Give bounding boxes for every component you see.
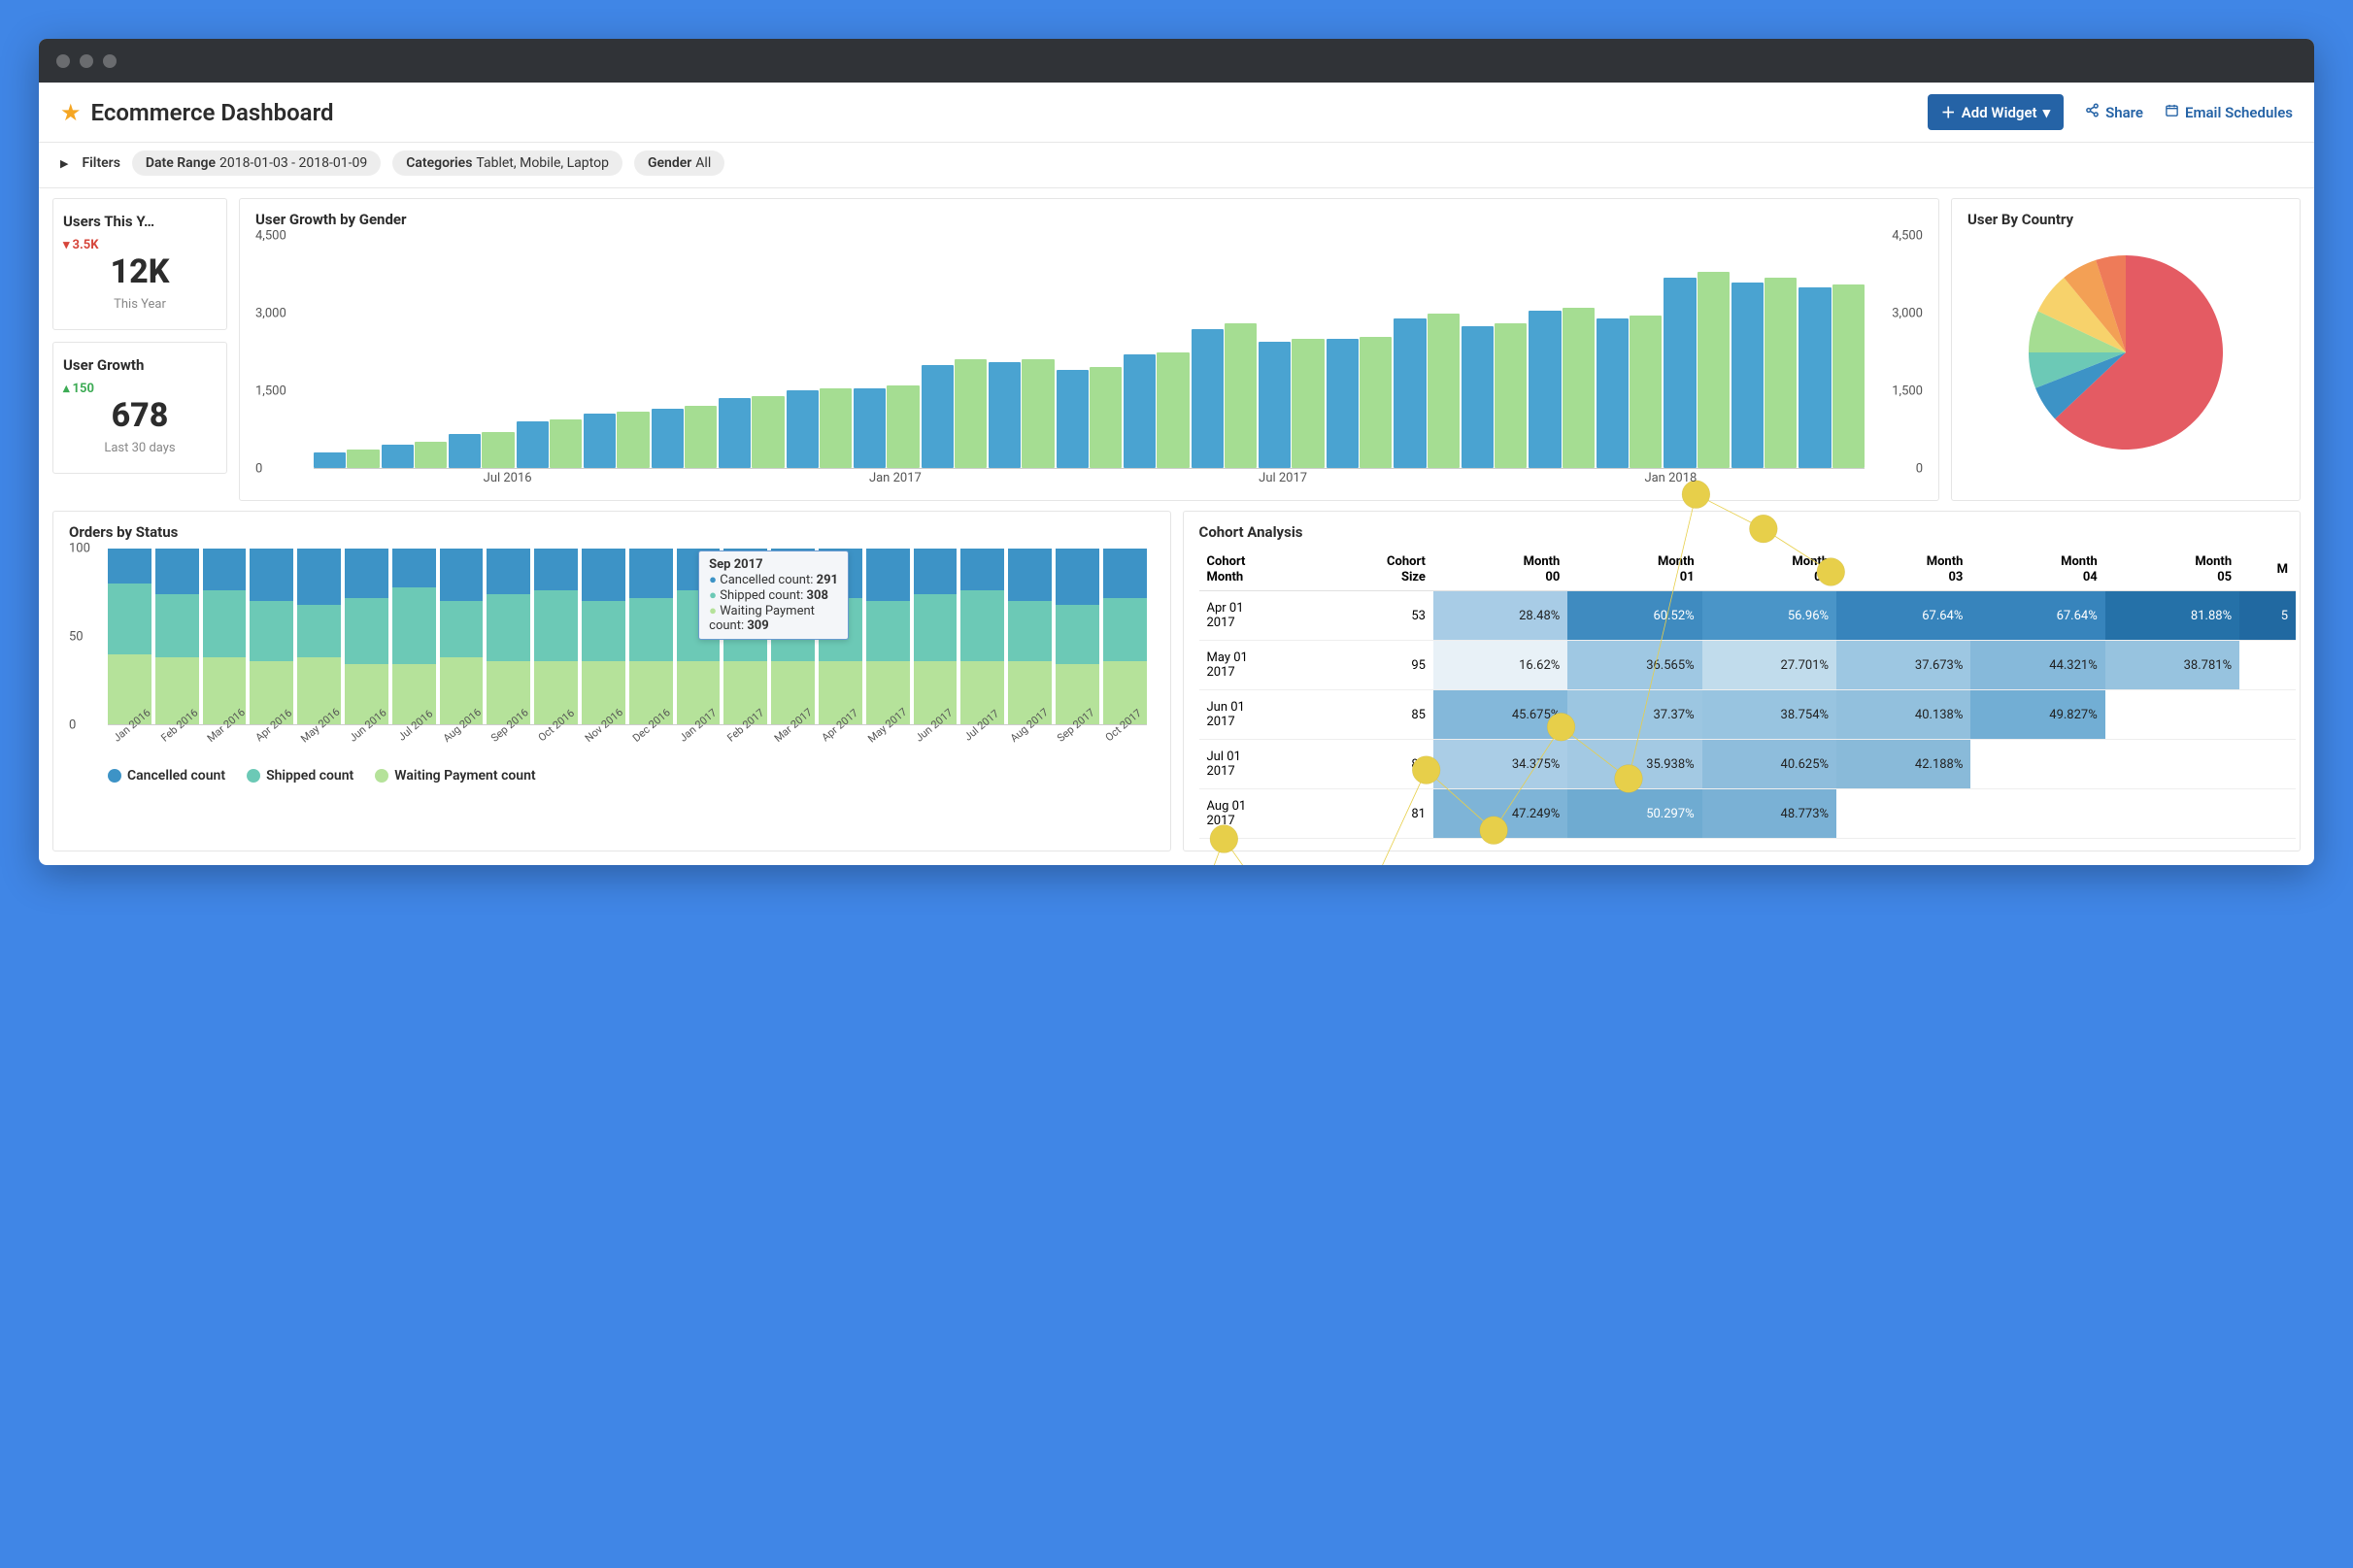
share-label: Share bbox=[2105, 104, 2143, 121]
window-dot bbox=[103, 54, 117, 68]
legend-swatch-icon bbox=[247, 769, 260, 783]
card-user-by-country: User By Country bbox=[1951, 198, 2301, 501]
cohort-table: CohortMonthCohortSizeMonth00Month01Month… bbox=[1199, 549, 2297, 839]
legend-label: Cancelled count bbox=[127, 768, 225, 784]
calendar-icon bbox=[2165, 103, 2179, 121]
filter-pill-gender[interactable]: GenderAll bbox=[634, 150, 724, 176]
share-button[interactable]: Share bbox=[2085, 103, 2143, 121]
arrow-down-icon: ▾ bbox=[63, 238, 70, 252]
window-dot bbox=[56, 54, 70, 68]
top-bar: ★ Ecommerce Dashboard ＋ Add Widget ▾ Sha… bbox=[39, 83, 2314, 143]
star-icon[interactable]: ★ bbox=[60, 99, 82, 126]
table-row: Apr 0120175328.48%60.52%56.96%67.64%67.6… bbox=[1199, 591, 2297, 641]
chart-title: Cohort Analysis bbox=[1199, 523, 2297, 541]
card-user-growth-gender: User Growth by Gender 01,5003,0004,500 0… bbox=[239, 198, 1939, 501]
orders-legend: Cancelled count Shipped count Waiting Pa… bbox=[69, 762, 1155, 784]
filters-label: Filters bbox=[82, 155, 119, 171]
add-widget-label: Add Widget bbox=[1962, 104, 2037, 121]
table-row: Aug 0120178147.249%50.297%48.773% bbox=[1199, 789, 2297, 839]
filter-pill-categories[interactable]: CategoriesTablet, Mobile, Laptop bbox=[392, 150, 622, 176]
share-icon bbox=[2085, 103, 2100, 121]
chevron-right-icon[interactable]: ▶ bbox=[60, 157, 68, 170]
chevron-down-icon: ▾ bbox=[2043, 104, 2051, 121]
page-title: Ecommerce Dashboard bbox=[91, 99, 334, 126]
kpi-sub: Last 30 days bbox=[63, 441, 217, 455]
kpi-user-growth: User Growth ▴150 678 Last 30 days bbox=[52, 342, 227, 474]
kpi-delta: ▴150 bbox=[63, 382, 217, 396]
add-widget-button[interactable]: ＋ Add Widget ▾ bbox=[1928, 94, 2064, 130]
kpi-title: User Growth bbox=[63, 356, 217, 374]
kpi-sub: This Year bbox=[63, 297, 217, 312]
table-row: Jul 0120178034.375%35.938%40.625%42.188% bbox=[1199, 740, 2297, 789]
pie-chart[interactable] bbox=[1967, 236, 2284, 473]
legend-label: Waiting Payment count bbox=[394, 768, 535, 784]
kpi-title: Users This Y… bbox=[63, 213, 217, 230]
table-row: Jun 0120178545.675%37.37%38.754%40.138%4… bbox=[1199, 690, 2297, 740]
arrow-up-icon: ▴ bbox=[63, 382, 70, 396]
legend-label: Shipped count bbox=[266, 768, 353, 784]
orders-chart[interactable]: 050100 Jan 2016Feb 2016Mar 2016Apr 2016M… bbox=[69, 549, 1155, 762]
email-schedules-button[interactable]: Email Schedules bbox=[2165, 103, 2293, 121]
card-orders-by-status: Orders by Status 050100 Jan 2016Feb 2016… bbox=[52, 511, 1171, 851]
filter-bar: ▶ Filters Date Range2018-01-03 - 2018-01… bbox=[39, 143, 2314, 188]
legend-swatch-icon bbox=[108, 769, 121, 783]
window-title-bar bbox=[39, 39, 2314, 83]
kpi-delta: ▾3.5K bbox=[63, 238, 217, 252]
table-row: May 0120179516.62%36.565%27.701%37.673%4… bbox=[1199, 641, 2297, 690]
chart-title: User Growth by Gender bbox=[255, 211, 1923, 228]
chart-title: User By Country bbox=[1967, 211, 2284, 228]
kpi-value: 678 bbox=[63, 396, 217, 435]
app-window: ★ Ecommerce Dashboard ＋ Add Widget ▾ Sha… bbox=[39, 39, 2314, 865]
kpi-value: 12K bbox=[63, 252, 217, 291]
chart-tooltip: Sep 2017 ● Cancelled count: 291 ● Shippe… bbox=[698, 550, 849, 640]
filter-pill-date-range[interactable]: Date Range2018-01-03 - 2018-01-09 bbox=[132, 150, 381, 176]
legend-swatch-icon bbox=[375, 769, 388, 783]
window-dot bbox=[80, 54, 93, 68]
plus-icon: ＋ bbox=[1941, 102, 1956, 122]
growth-chart[interactable]: 01,5003,0004,500 01,5003,0004,500 Jul 20… bbox=[255, 236, 1923, 488]
cohort-table-scroll[interactable]: CohortMonthCohortSizeMonth00Month01Month… bbox=[1199, 549, 2297, 839]
card-cohort-analysis: Cohort Analysis CohortMonthCohortSizeMon… bbox=[1183, 511, 2302, 851]
kpi-users-year: Users This Y… ▾3.5K 12K This Year bbox=[52, 198, 227, 330]
email-schedules-label: Email Schedules bbox=[2185, 104, 2293, 121]
chart-title: Orders by Status bbox=[69, 523, 1155, 541]
